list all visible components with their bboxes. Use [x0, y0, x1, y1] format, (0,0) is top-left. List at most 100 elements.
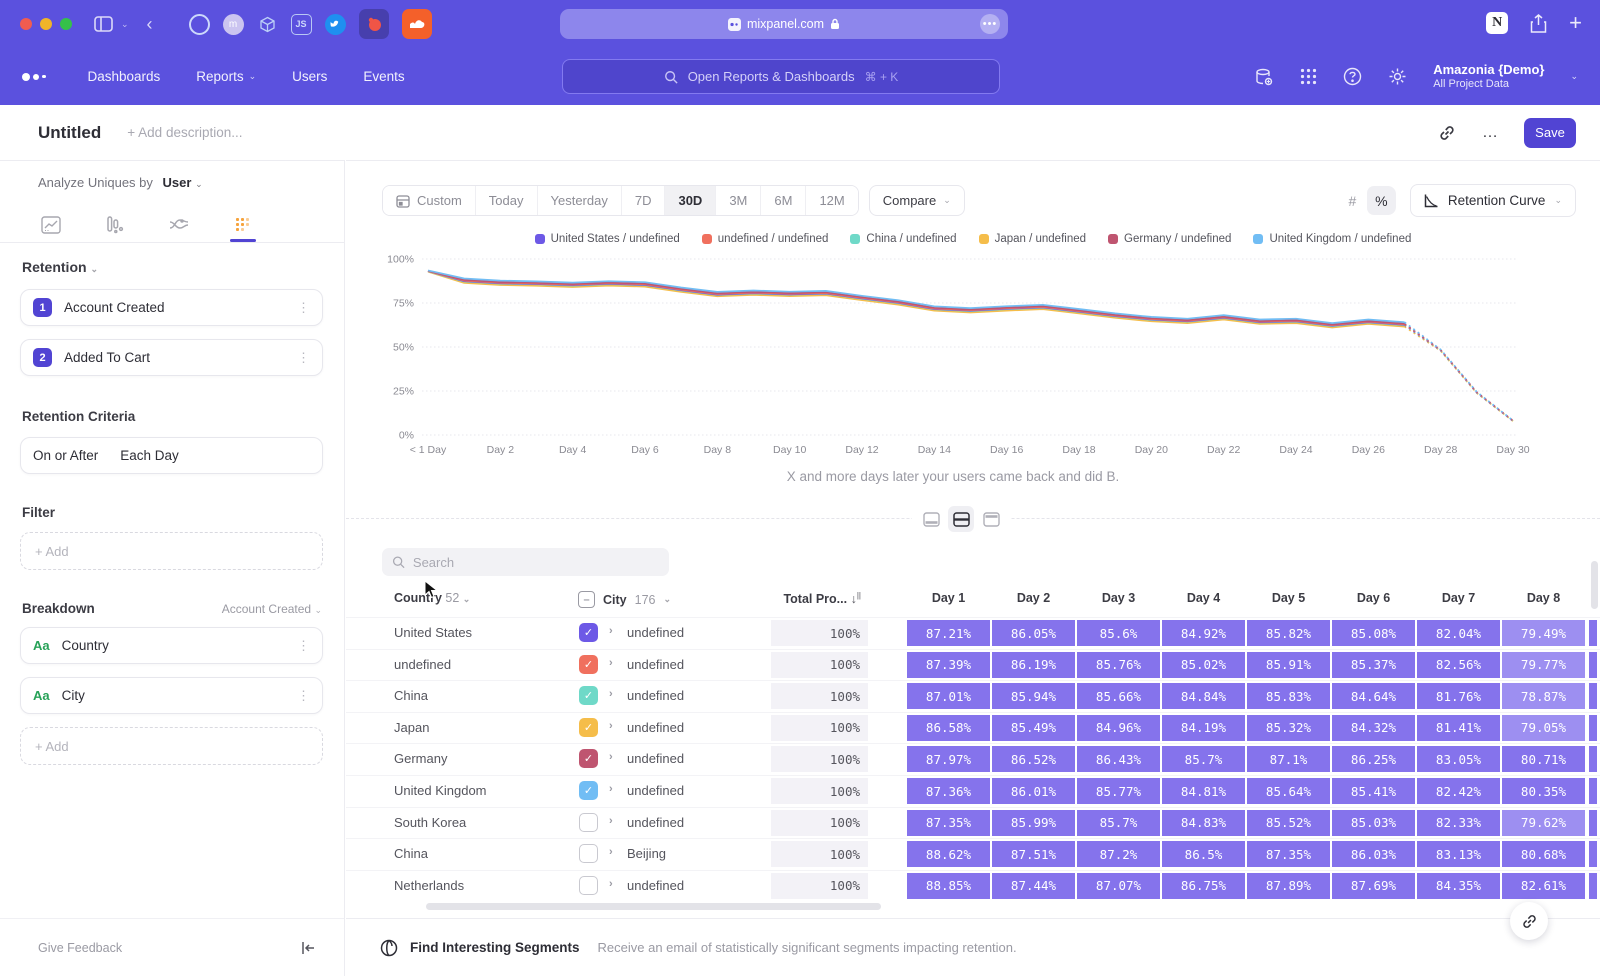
retention-cell[interactable]: 86.19%: [992, 652, 1075, 678]
retention-cell[interactable]: 85.02%: [1162, 652, 1245, 678]
day-header[interactable]: Day 1: [907, 591, 990, 605]
chart-type-button[interactable]: Retention Curve ⌄: [1410, 184, 1576, 217]
extension-target-icon[interactable]: [189, 14, 210, 35]
add-description[interactable]: + Add description...: [127, 125, 242, 140]
retention-cell[interactable]: 82.33%: [1417, 810, 1500, 836]
retention-cell[interactable]: 85.83%: [1247, 683, 1330, 709]
retention-cell[interactable]: 85.77%: [1077, 778, 1160, 804]
retention-cell[interactable]: 87.36%: [907, 778, 990, 804]
more-options-icon[interactable]: …: [1482, 124, 1498, 142]
retention-cell[interactable]: 87.07%: [1077, 873, 1160, 899]
retention-cell[interactable]: 87.01%: [907, 683, 990, 709]
notion-icon[interactable]: N: [1486, 12, 1508, 34]
expand-chevron-icon[interactable]: ›: [609, 751, 613, 763]
mixpanel-logo[interactable]: [22, 73, 46, 81]
share-icon[interactable]: [1530, 14, 1547, 33]
retention-cell[interactable]: 85.08%: [1332, 620, 1415, 646]
apps-grid-icon[interactable]: [1300, 68, 1317, 85]
retention-cell[interactable]: 84.96%: [1077, 715, 1160, 741]
retention-cell[interactable]: 85.52%: [1247, 810, 1330, 836]
project-switcher[interactable]: Amazonia {Demo} All Project Data: [1433, 62, 1544, 92]
legend-item[interactable]: China / undefined: [850, 233, 956, 245]
retention-cell[interactable]: 85.94%: [992, 683, 1075, 709]
view-split-icon[interactable]: [948, 506, 974, 532]
retention-cell[interactable]: 87.44%: [992, 873, 1075, 899]
data-management-icon[interactable]: [1254, 67, 1274, 87]
breakdown-add-button[interactable]: + Add: [20, 727, 323, 765]
collapse-sidebar-icon[interactable]: [301, 941, 316, 955]
retention-cell[interactable]: 81.41%: [1417, 715, 1500, 741]
retention-cell[interactable]: 88.62%: [907, 841, 990, 867]
breakdown-city-menu-icon[interactable]: ⋮: [297, 688, 310, 704]
retention-cell[interactable]: 80.35%: [1502, 778, 1585, 804]
legend-item[interactable]: undefined / undefined: [702, 233, 829, 245]
retention-cell[interactable]: 82.56%: [1417, 652, 1500, 678]
breakdown-card-city[interactable]: Aa City ⋮: [20, 677, 323, 714]
copy-link-icon[interactable]: [1438, 124, 1456, 142]
city-column-header[interactable]: – City 176 ⌄: [578, 591, 671, 608]
breakdown-scope[interactable]: Account Created ⌄: [222, 602, 322, 616]
range-30d[interactable]: 30D: [665, 186, 716, 215]
expand-chevron-icon[interactable]: ›: [609, 878, 613, 890]
table-search-input[interactable]: [413, 555, 659, 570]
vertical-scrollbar[interactable]: [1591, 561, 1598, 609]
row-checkbox[interactable]: [579, 876, 598, 895]
retention-cell[interactable]: 85.37%: [1332, 652, 1415, 678]
extension-bird-icon[interactable]: [325, 14, 346, 35]
retention-cell[interactable]: 83.05%: [1417, 746, 1500, 772]
range-6m[interactable]: 6M: [761, 186, 806, 215]
legend-item[interactable]: United Kingdom / undefined: [1253, 233, 1411, 245]
retention-cell[interactable]: 85.32%: [1247, 715, 1330, 741]
retention-cell[interactable]: 87.97%: [907, 746, 990, 772]
range-7d[interactable]: 7D: [622, 186, 666, 215]
retention-cell[interactable]: 87.35%: [1247, 841, 1330, 867]
sidebar-toggle-icon[interactable]: [94, 16, 113, 32]
retention-cell[interactable]: 86.05%: [992, 620, 1075, 646]
expand-chevron-icon[interactable]: ›: [609, 720, 613, 732]
give-feedback-link[interactable]: Give Feedback: [38, 941, 122, 955]
settings-gear-icon[interactable]: [1388, 67, 1407, 86]
step-card-1[interactable]: 1 Account Created ⋮: [20, 289, 323, 326]
retention-cell[interactable]: 86.58%: [907, 715, 990, 741]
row-checkbox[interactable]: ✓: [579, 781, 598, 800]
global-search-button[interactable]: Open Reports & Dashboards ⌘ + K: [562, 59, 1000, 94]
row-checkbox[interactable]: ✓: [579, 655, 598, 674]
row-checkbox[interactable]: [579, 813, 598, 832]
tab-retention[interactable]: [222, 209, 264, 241]
retention-cell[interactable]: 80.71%: [1502, 746, 1585, 772]
new-tab-icon[interactable]: +: [1569, 10, 1582, 36]
retention-cell[interactable]: 85.64%: [1247, 778, 1330, 804]
day-header[interactable]: Day 2: [992, 591, 1075, 605]
nav-item-users[interactable]: Users: [292, 69, 327, 84]
total-column-header[interactable]: Total Pro... ↓||: [761, 591, 861, 606]
retention-cell[interactable]: 85.6%: [1077, 620, 1160, 646]
minimize-window-button[interactable]: [40, 18, 52, 30]
day-header[interactable]: Day 5: [1247, 591, 1330, 605]
retention-cell[interactable]: 87.1%: [1247, 746, 1330, 772]
retention-cell[interactable]: 87.39%: [907, 652, 990, 678]
retention-cell[interactable]: 87.89%: [1247, 873, 1330, 899]
address-bar[interactable]: mixpanel.com •••: [560, 9, 1008, 39]
expand-chevron-icon[interactable]: ›: [609, 625, 613, 637]
sort-icon[interactable]: ↓||: [851, 592, 861, 606]
share-link-fab[interactable]: [1510, 902, 1548, 940]
retention-cell[interactable]: 85.03%: [1332, 810, 1415, 836]
retention-cell[interactable]: 87.2%: [1077, 841, 1160, 867]
row-checkbox[interactable]: ✓: [579, 686, 598, 705]
retention-cell[interactable]: 85.7%: [1077, 810, 1160, 836]
day-header[interactable]: Day 3: [1077, 591, 1160, 605]
extension-m-icon[interactable]: m: [223, 14, 244, 35]
retention-cell[interactable]: 85.99%: [992, 810, 1075, 836]
retention-cell[interactable]: 86.03%: [1332, 841, 1415, 867]
nav-item-events[interactable]: Events: [363, 69, 404, 84]
day-header[interactable]: Day 8: [1502, 591, 1585, 605]
segments-title[interactable]: Find Interesting Segments: [410, 940, 580, 955]
retention-cell[interactable]: 84.64%: [1332, 683, 1415, 709]
retention-cell[interactable]: 84.32%: [1332, 715, 1415, 741]
nav-item-reports[interactable]: Reports⌄: [196, 69, 256, 84]
retention-cell[interactable]: 86.01%: [992, 778, 1075, 804]
criteria-on-or-after[interactable]: On or After: [33, 448, 98, 463]
tab-flows[interactable]: [158, 209, 200, 241]
back-icon[interactable]: ‹: [147, 14, 153, 35]
tab-funnels[interactable]: [94, 209, 136, 241]
